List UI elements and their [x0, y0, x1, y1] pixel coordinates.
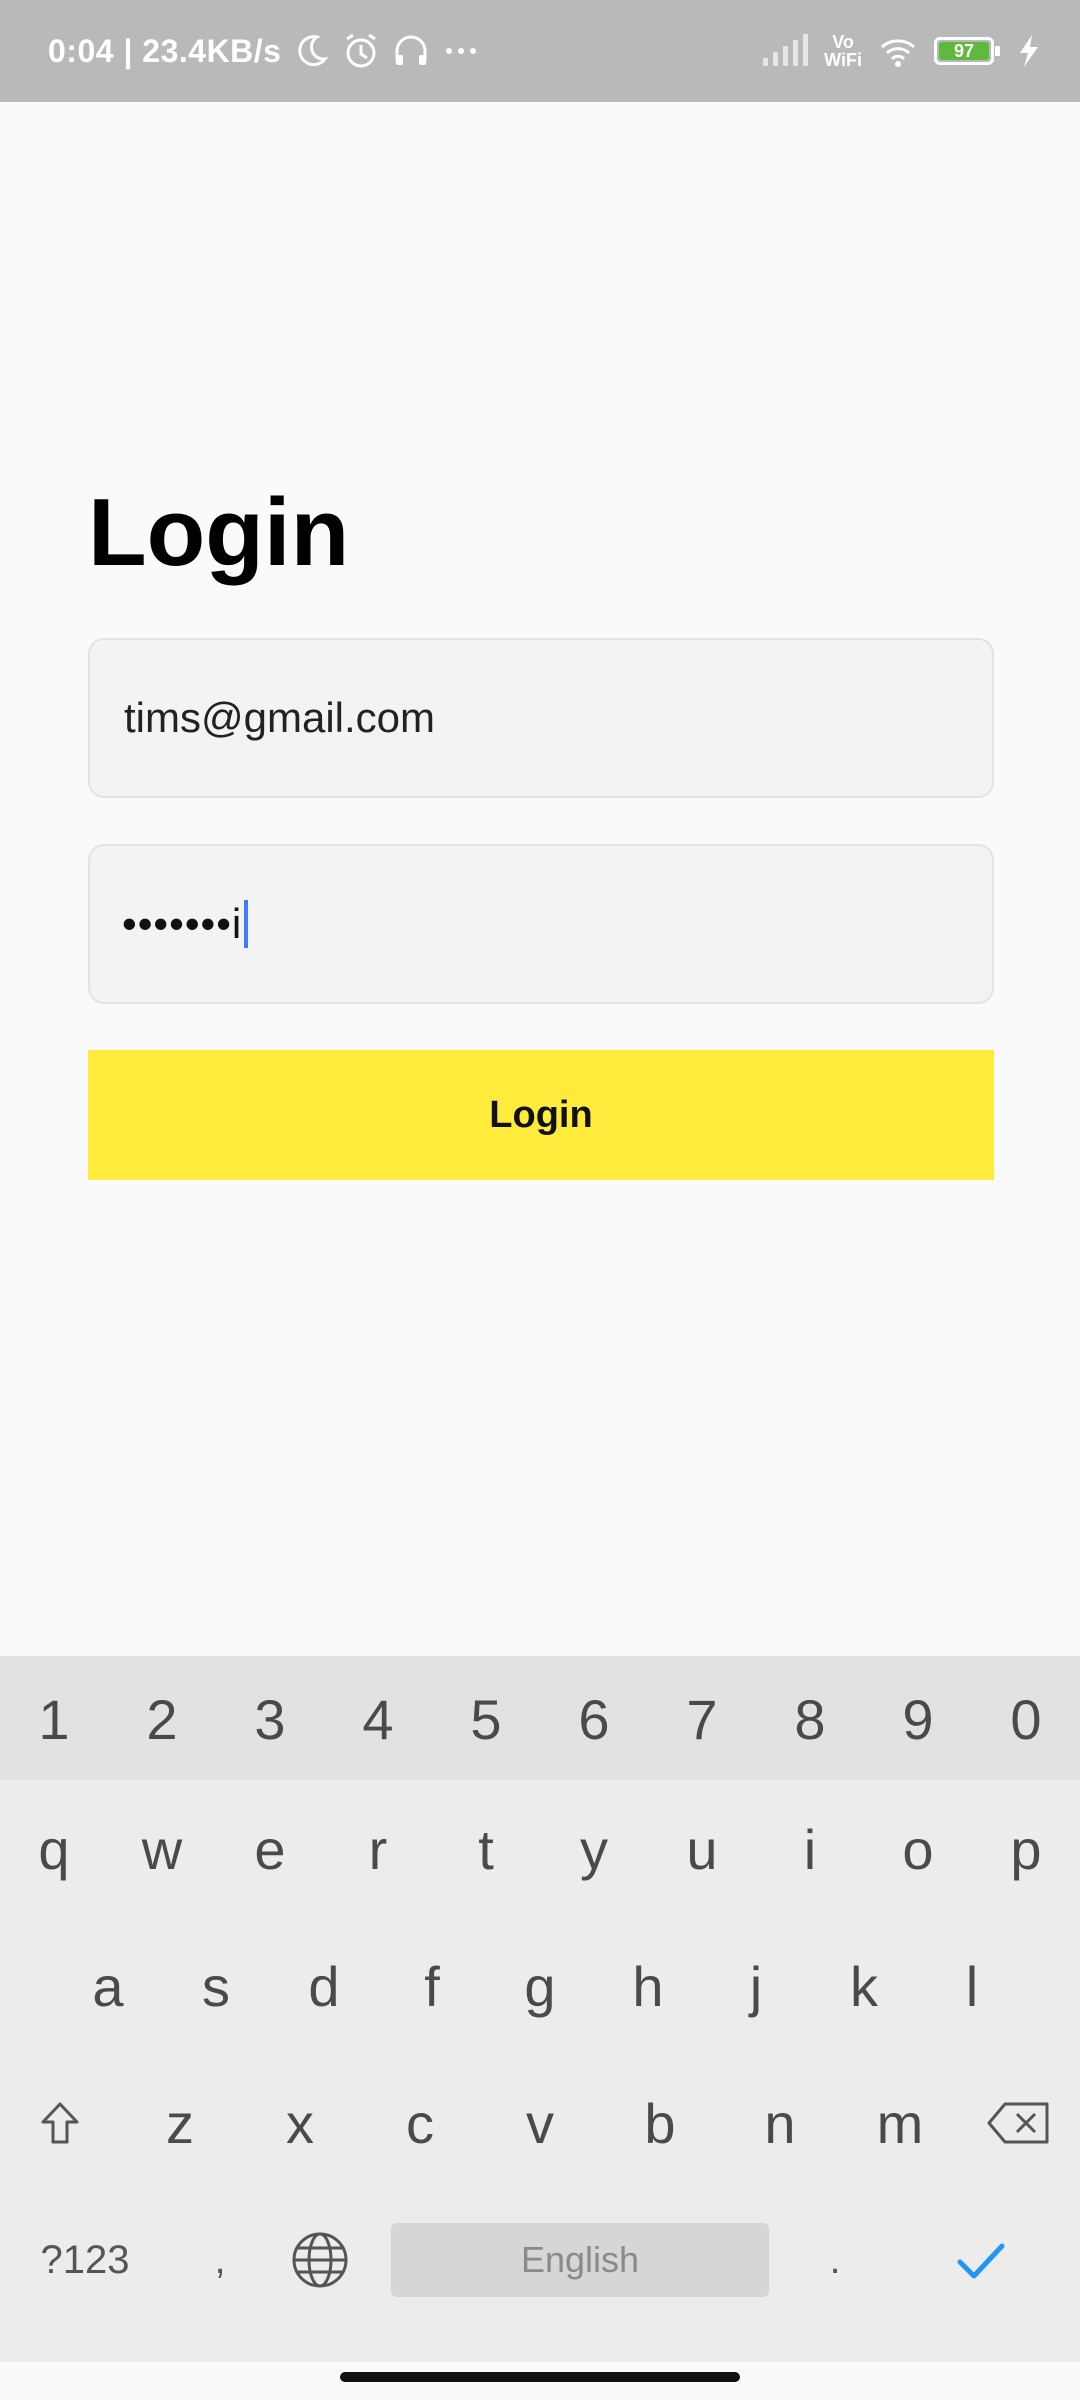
key-t[interactable]: t	[432, 1780, 540, 1918]
key-b[interactable]: b	[600, 2054, 720, 2192]
letter-row-1: q w e r t y u i o p	[0, 1780, 1080, 1918]
moon-icon	[291, 31, 331, 71]
login-button[interactable]: Login	[88, 1050, 994, 1180]
battery-level: 97	[953, 40, 975, 61]
key-m[interactable]: m	[840, 2054, 960, 2192]
number-row: 1 2 3 4 5 6 7 8 9 0	[0, 1658, 1080, 1780]
status-bar: 0:04 | 23.4KB/s Vo WiFi 97	[0, 0, 1080, 102]
key-2[interactable]: 2	[108, 1658, 216, 1780]
key-z[interactable]: z	[120, 2054, 240, 2192]
email-input[interactable]	[122, 693, 992, 743]
letter-row-3: z x c v b n m	[0, 2054, 1080, 2192]
key-5[interactable]: 5	[432, 1658, 540, 1780]
status-left: 0:04 | 23.4KB/s	[48, 0, 481, 102]
key-3[interactable]: 3	[216, 1658, 324, 1780]
letter-row-2: a s d f g h j k l	[0, 1918, 1080, 2054]
shift-key[interactable]	[0, 2054, 120, 2192]
checkmark-icon	[957, 2243, 1005, 2279]
alarm-icon	[341, 31, 381, 71]
comma-key[interactable]: ,	[170, 2238, 270, 2283]
key-i[interactable]: i	[756, 1780, 864, 1918]
wifi-icon	[878, 31, 918, 71]
key-x[interactable]: x	[240, 2054, 360, 2192]
status-right: Vo WiFi 97	[763, 0, 1050, 102]
text-caret	[244, 900, 249, 948]
home-indicator[interactable]	[340, 2372, 740, 2382]
signal-icon	[763, 34, 809, 66]
key-u[interactable]: u	[648, 1780, 756, 1918]
backspace-icon	[987, 2102, 1049, 2144]
email-field[interactable]	[88, 638, 994, 798]
key-f[interactable]: f	[378, 1918, 486, 2054]
symbols-key[interactable]: ?123	[0, 2238, 170, 2283]
password-field[interactable]: •••••••i	[88, 844, 994, 1004]
space-label: English	[391, 2223, 769, 2297]
key-n[interactable]: n	[720, 2054, 840, 2192]
key-w[interactable]: w	[108, 1780, 216, 1918]
key-1[interactable]: 1	[0, 1658, 108, 1780]
key-7[interactable]: 7	[648, 1658, 756, 1780]
key-q[interactable]: q	[0, 1780, 108, 1918]
globe-icon	[292, 2232, 348, 2288]
key-g[interactable]: g	[486, 1918, 594, 2054]
key-9[interactable]: 9	[864, 1658, 972, 1780]
shift-icon	[41, 2102, 79, 2144]
key-6[interactable]: 6	[540, 1658, 648, 1780]
key-4[interactable]: 4	[324, 1658, 432, 1780]
key-e[interactable]: e	[216, 1780, 324, 1918]
period-key[interactable]: .	[790, 2238, 880, 2283]
key-y[interactable]: y	[540, 1780, 648, 1918]
key-j[interactable]: j	[702, 1918, 810, 2054]
enter-key[interactable]	[880, 2230, 1080, 2290]
backspace-key[interactable]	[960, 2054, 1080, 2192]
key-s[interactable]: s	[162, 1918, 270, 2054]
page-title: Login	[88, 479, 350, 586]
key-a[interactable]: a	[54, 1918, 162, 2054]
key-c[interactable]: c	[360, 2054, 480, 2192]
bottom-row: ?123 , English .	[0, 2192, 1080, 2328]
charging-icon	[1010, 31, 1050, 71]
more-icon	[441, 31, 481, 71]
key-r[interactable]: r	[324, 1780, 432, 1918]
password-text: •••••••i	[122, 900, 243, 947]
key-l[interactable]: l	[918, 1918, 1026, 2054]
space-key[interactable]: English	[370, 2223, 790, 2297]
key-8[interactable]: 8	[756, 1658, 864, 1780]
language-key[interactable]	[270, 2230, 370, 2290]
key-h[interactable]: h	[594, 1918, 702, 2054]
key-k[interactable]: k	[810, 1918, 918, 2054]
key-d[interactable]: d	[270, 1918, 378, 2054]
time-speed-text: 0:04 | 23.4KB/s	[48, 32, 282, 69]
key-0[interactable]: 0	[972, 1658, 1080, 1780]
key-p[interactable]: p	[972, 1780, 1080, 1918]
key-o[interactable]: o	[864, 1780, 972, 1918]
vowifi-icon: Vo WiFi	[824, 32, 862, 70]
key-v[interactable]: v	[480, 2054, 600, 2192]
soft-keyboard: 1 2 3 4 5 6 7 8 9 0 q w e r t y u i o p …	[0, 1656, 1080, 2362]
battery-icon: 97	[934, 37, 1000, 65]
headphones-icon	[391, 31, 431, 71]
